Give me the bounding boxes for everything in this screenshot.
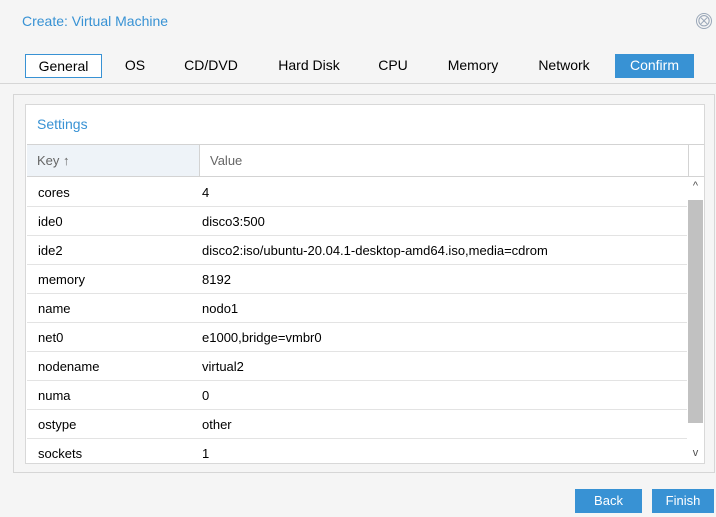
dialog-title: Create: Virtual Machine <box>22 13 169 29</box>
table-row[interactable]: ide0 disco3:500 <box>27 207 687 236</box>
row-key: cores <box>38 185 70 200</box>
row-value: 4 <box>202 185 210 200</box>
tab-hard-disk[interactable]: Hard Disk <box>269 54 349 78</box>
table-row[interactable]: nodename virtual2 <box>27 352 687 381</box>
table-row[interactable]: ide2 disco2:iso/ubuntu-20.04.1-desktop-a… <box>27 236 687 265</box>
tab-os[interactable]: OS <box>120 54 150 78</box>
row-value: nodo1 <box>202 301 239 316</box>
row-key: ide2 <box>38 243 63 258</box>
row-value: disco3:500 <box>202 214 265 229</box>
grid-header: Key ↑ Value <box>27 144 704 177</box>
tab-cd-dvd[interactable]: CD/DVD <box>178 54 244 78</box>
row-key: name <box>38 301 71 316</box>
row-value: e1000,bridge=vmbr0 <box>202 330 322 345</box>
tab-network[interactable]: Network <box>530 54 598 78</box>
table-row[interactable]: cores 4 <box>27 178 687 207</box>
row-value: 1 <box>202 446 210 461</box>
scrollbar-thumb[interactable] <box>688 200 703 423</box>
table-row[interactable]: sockets 1 <box>27 439 687 462</box>
grid-body: cores 4 ide0 disco3:500 ide2 disco2:iso/… <box>27 178 704 462</box>
settings-title: Settings <box>37 116 88 132</box>
scroll-up-icon[interactable]: ^ <box>687 178 704 195</box>
column-header-value[interactable]: Value <box>200 145 689 176</box>
tab-cpu[interactable]: CPU <box>373 54 413 78</box>
column-header-key[interactable]: Key ↑ <box>27 145 200 176</box>
row-key: memory <box>38 272 85 287</box>
row-value: 8192 <box>202 272 231 287</box>
tab-general[interactable]: General <box>25 54 102 78</box>
table-row[interactable]: memory 8192 <box>27 265 687 294</box>
row-key: numa <box>38 388 71 403</box>
row-value: other <box>202 417 232 432</box>
settings-fieldset: Settings Key ↑ Value cores 4 ide0 disco3… <box>25 104 705 464</box>
table-row[interactable]: name nodo1 <box>27 294 687 323</box>
table-row[interactable]: numa 0 <box>27 381 687 410</box>
row-key: net0 <box>38 330 64 345</box>
tab-memory[interactable]: Memory <box>440 54 506 78</box>
scroll-down-icon[interactable]: v <box>687 445 704 462</box>
row-value: 0 <box>202 388 210 403</box>
column-header-spacer <box>689 145 704 176</box>
row-key: ide0 <box>38 214 63 229</box>
table-row[interactable]: ostype other <box>27 410 687 439</box>
close-icon[interactable]: ⨂ <box>696 13 712 29</box>
row-key: sockets <box>38 446 83 461</box>
tab-confirm[interactable]: Confirm <box>615 54 694 78</box>
row-key: ostype <box>38 417 77 432</box>
row-value: disco2:iso/ubuntu-20.04.1-desktop-amd64.… <box>202 243 548 258</box>
back-button[interactable]: Back <box>575 489 642 513</box>
vertical-scrollbar[interactable]: ^ v <box>687 178 704 462</box>
dialog-titlebar: Create: Virtual Machine ⨂ <box>0 0 716 44</box>
wizard-tabbar: General OS CD/DVD Hard Disk CPU Memory N… <box>0 44 716 84</box>
confirm-panel: Settings Key ↑ Value cores 4 ide0 disco3… <box>13 94 715 473</box>
table-row[interactable]: net0 e1000,bridge=vmbr0 <box>27 323 687 352</box>
finish-button[interactable]: Finish <box>652 489 714 513</box>
row-key: nodename <box>38 359 100 374</box>
create-vm-dialog: Create: Virtual Machine ⨂ General OS CD/… <box>0 0 716 517</box>
row-value: virtual2 <box>202 359 244 374</box>
dialog-footer: Back Finish <box>0 483 716 517</box>
